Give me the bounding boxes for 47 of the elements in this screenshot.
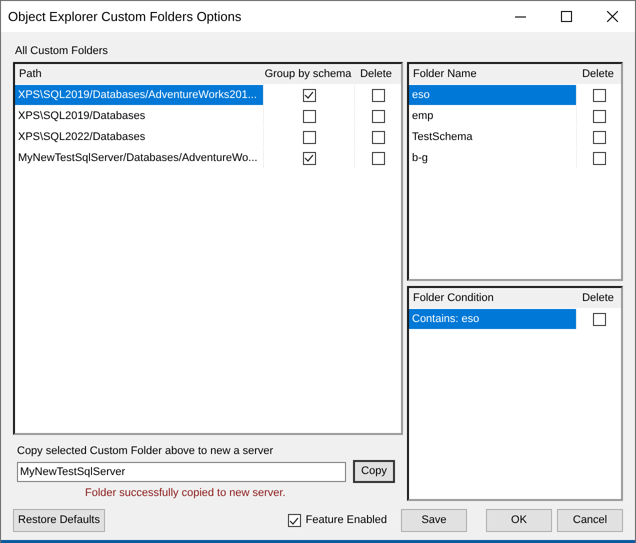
close-icon: [606, 11, 618, 22]
dialog-button[interactable]: OK: [486, 509, 552, 532]
column-header[interactable]: Path: [15, 66, 263, 82]
maximize-icon: [560, 11, 572, 22]
checkbox[interactable]: [372, 110, 384, 122]
checkbox[interactable]: [372, 88, 384, 102]
checkbox[interactable]: [372, 152, 384, 164]
dialog-button[interactable]: Save: [401, 509, 467, 532]
table-cell[interactable]: XPS\SQL2019/Databases/AdventureWorks201...: [15, 85, 263, 105]
table-cell[interactable]: eso: [409, 85, 576, 105]
checkbox[interactable]: [592, 110, 606, 122]
server-name-field[interactable]: MyNewTestSqlServer: [17, 462, 346, 482]
table-cell[interactable]: MyNewTestSqlServer/Databases/AdventureWo...: [15, 148, 263, 168]
table-cell[interactable]: Contains: eso: [409, 309, 576, 329]
check-icon: [304, 91, 314, 99]
minimize-icon: [514, 16, 526, 18]
column-header[interactable]: Delete: [576, 66, 620, 82]
column-header[interactable]: Delete: [576, 290, 620, 306]
checkbox[interactable]: [592, 130, 606, 144]
table-cell[interactable]: XPS\SQL2022/Databases: [15, 127, 263, 147]
column-header[interactable]: Folder Name: [409, 66, 576, 82]
table-cell[interactable]: emp: [409, 106, 576, 126]
window-title: Object Explorer Custom Folders Options: [7, 8, 242, 26]
copy-button[interactable]: Copy: [353, 460, 395, 483]
checkbox[interactable]: [302, 88, 316, 102]
checkbox[interactable]: [288, 514, 301, 527]
column-header[interactable]: Delete: [353, 66, 399, 82]
table-cell[interactable]: b-g: [409, 148, 576, 168]
check-icon: [289, 516, 300, 524]
group-label: All Custom Folders: [14, 44, 109, 59]
dialog-button[interactable]: Cancel: [557, 509, 623, 532]
column-header[interactable]: Group by schema: [263, 66, 353, 82]
table-cell[interactable]: TestSchema: [409, 127, 576, 147]
checkbox[interactable]: [302, 110, 316, 122]
restore-defaults-button[interactable]: Restore Defaults: [13, 509, 105, 532]
checkbox[interactable]: [372, 130, 384, 144]
success-message: Folder successfully copied to new server.: [84, 486, 287, 501]
checkbox[interactable]: [592, 152, 606, 164]
checkbox[interactable]: [302, 130, 316, 144]
checkbox[interactable]: [592, 88, 606, 102]
table-cell[interactable]: XPS\SQL2019/Databases: [15, 106, 263, 126]
checkbox[interactable]: [592, 312, 606, 326]
feature-enabled-label: Feature Enabled: [306, 513, 387, 528]
copy-label: Copy selected Custom Folder above to new a server: [16, 444, 274, 459]
checkbox[interactable]: [302, 152, 316, 164]
check-icon: [304, 154, 314, 162]
column-header[interactable]: Folder Condition: [409, 290, 576, 306]
